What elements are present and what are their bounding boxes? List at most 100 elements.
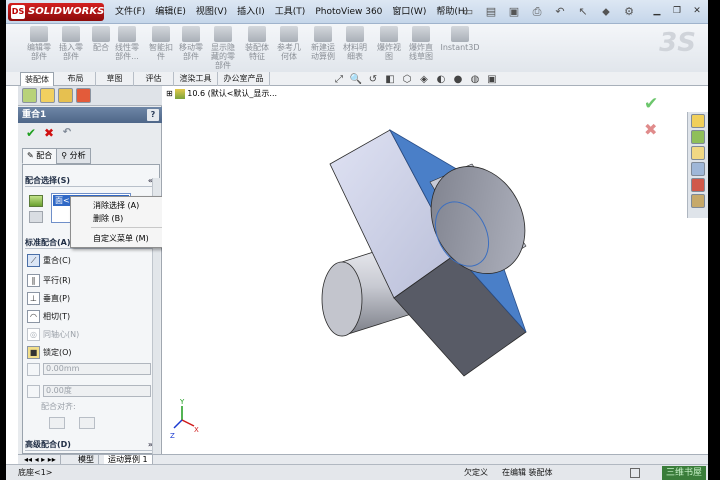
explode-line-sketch-button[interactable]: 爆炸直线草图 [406,26,436,70]
tab-analysis[interactable]: ⚲ 分析 [56,148,91,164]
undo-icon[interactable]: ↶ [550,3,570,21]
rebuild-icon[interactable]: ⬥ [596,3,616,21]
menu-item-delete[interactable]: 删除 (B) [93,214,123,224]
linear-pattern-button[interactable]: 线性零部件... [112,26,142,70]
group-mate-selections[interactable]: 配合选择(S) « [25,175,155,187]
edit-component-button[interactable]: 编辑零部件 [24,26,54,70]
smart-fasteners-button[interactable]: 智能扣件 [146,26,176,70]
assembly-features-button[interactable]: 装配体特征 [242,26,272,70]
mate-perpendicular[interactable]: ⊥ 垂直(P) [27,291,70,305]
anti-aligned-button[interactable] [79,417,95,429]
aligned-button[interactable] [49,417,65,429]
view-orientation-icon[interactable]: ⬡ [400,74,414,86]
new-motion-study-button[interactable]: 新建运动算例 [308,26,338,70]
tab-sketch[interactable]: 草图 [96,72,134,86]
edit-appearance-icon[interactable]: ● [451,74,465,86]
explode-line-sketch-icon [412,26,430,42]
appearances-icon[interactable] [691,178,705,192]
view-palette-icon[interactable] [691,162,705,176]
distance-field[interactable]: 0.00mm [43,363,151,375]
lock-icon: ■ [27,345,40,359]
graphics-area[interactable]: ⊞ 10.6 (默认<默认_显示... Y Z X ⤢ 🔍 ↺ ◧ ⬡ ◈ ◐ … [162,74,686,454]
options-gear-icon[interactable]: ⚙ [619,3,639,21]
cancel-x-icon[interactable]: ✖ [42,126,56,140]
menu-separator [91,227,171,228]
zoom-area-icon[interactable]: 🔍 [349,74,363,86]
move-component-icon [182,26,200,42]
status-help-icon[interactable] [630,468,640,478]
tab-evaluate[interactable]: 评估 [134,72,174,86]
status-definition-state: 欠定义 [464,468,488,477]
print-icon[interactable]: ⎙ [527,3,547,21]
mate-lock[interactable]: ■ 锁定(O) [27,345,72,359]
undo-icon[interactable]: ↶ [60,126,74,140]
feature-manager-icon[interactable] [22,88,37,103]
mate-tangent[interactable]: ◠ 相切(T) [27,309,70,323]
mate-parallel[interactable]: ∥ 平行(R) [27,273,71,287]
property-manager-panel: 重合1 ? ✔ ✖ ↶ ✎ 配合 ⚲ 分析 配合选择(S) « 面<1>@底座-… [18,86,162,454]
insert-component-button[interactable]: 插入零部件 [56,26,86,70]
task-pane [687,112,708,218]
mate-coincident[interactable]: ⟋ 重合(C) [27,253,71,267]
menu-view[interactable]: 视图(V) [191,0,232,24]
menu-edit[interactable]: 编辑(E) [150,0,191,24]
ok-check-icon[interactable]: ✔ [24,126,38,140]
menu-item-customize-menu[interactable]: 自定义菜单 (M) [93,234,149,244]
display-manager-icon[interactable] [76,88,91,103]
solidworks-logo[interactable]: DS SOLIDWORKS [8,3,104,21]
angle-field[interactable]: 0.00度 [43,385,151,397]
property-manager-icon[interactable] [40,88,55,103]
bill-of-materials-icon [346,26,364,42]
reference-geometry-button[interactable]: 参考几何体 [274,26,304,70]
open-folder-icon[interactable]: ▤ [481,3,501,21]
confirm-cancel-icon[interactable]: ✖ [644,120,662,139]
show-hidden-components-button[interactable]: 显示隐藏的零部件 [208,26,238,70]
group-advanced-mates[interactable]: 高级配合(D) » [25,439,155,451]
apply-scene-icon[interactable]: ◍ [468,74,482,86]
resources-home-icon[interactable] [691,114,705,128]
save-icon[interactable]: ▣ [504,3,524,21]
tab-assembly[interactable]: 装配体 [20,72,54,86]
select-arrow-icon[interactable]: ↖ [573,3,593,21]
coordinate-triad: Y Z X [170,398,199,440]
help-icon[interactable]: ? [147,109,159,121]
mate-concentric[interactable]: ◎ 同轴心(N) [27,327,79,341]
context-menu: 消除选择 (A) 删除 (B) 自定义菜单 (M) [70,196,174,248]
configuration-manager-icon[interactable] [58,88,73,103]
tab-layout[interactable]: 布局 [56,72,96,86]
menu-photoview[interactable]: PhotoView 360 [310,0,387,24]
view-settings-icon[interactable]: ▣ [485,74,499,86]
pm-title-bar: 重合1 ? [18,107,162,123]
menu-item-clear-selections[interactable]: 消除选择 (A) [93,201,139,211]
display-style-icon[interactable]: ◈ [417,74,431,86]
tab-render-tools[interactable]: 渲染工具 [174,72,218,86]
close-icon[interactable]: ✕ [688,4,706,18]
assembly-model[interactable]: Y Z X [162,86,686,454]
confirm-ok-icon[interactable]: ✔ [644,94,662,114]
design-library-icon[interactable] [691,130,705,144]
hide-show-icon[interactable]: ◐ [434,74,448,86]
minimize-icon[interactable]: ▁ [648,4,666,18]
file-explorer-icon[interactable] [691,146,705,160]
move-component-button[interactable]: 移动零部件 [176,26,206,70]
tab-mates[interactable]: ✎ 配合 [22,148,58,164]
menu-window[interactable]: 窗口(W) [387,0,431,24]
instant3d-button[interactable]: Instant3D [440,26,480,70]
menu-tools[interactable]: 工具(T) [270,0,311,24]
quick-access-toolbar: ▭ ▤ ▣ ⎙ ↶ ↖ ⬥ ⚙ [458,3,639,21]
section-view-icon[interactable]: ◧ [383,74,397,86]
concentric-icon: ◎ [27,327,40,341]
tab-office-products[interactable]: 办公室产品 [218,72,270,86]
exploded-view-button[interactable]: 爆炸视图 [374,26,404,70]
custom-properties-icon[interactable] [691,194,705,208]
menu-insert[interactable]: 插入(I) [232,0,270,24]
bill-of-materials-button[interactable]: 材料明细表 [340,26,370,70]
secondary-selection-icon [29,211,43,223]
zoom-to-fit-icon[interactable]: ⤢ [332,74,346,86]
distance-icon [27,363,40,376]
restore-icon[interactable]: ❐ [668,4,686,18]
previous-view-icon[interactable]: ↺ [366,74,380,86]
menu-file[interactable]: 文件(F) [110,0,150,24]
new-document-icon[interactable]: ▭ [458,3,478,21]
heads-up-view-toolbar: ⤢ 🔍 ↺ ◧ ⬡ ◈ ◐ ● ◍ ▣ [332,74,499,86]
